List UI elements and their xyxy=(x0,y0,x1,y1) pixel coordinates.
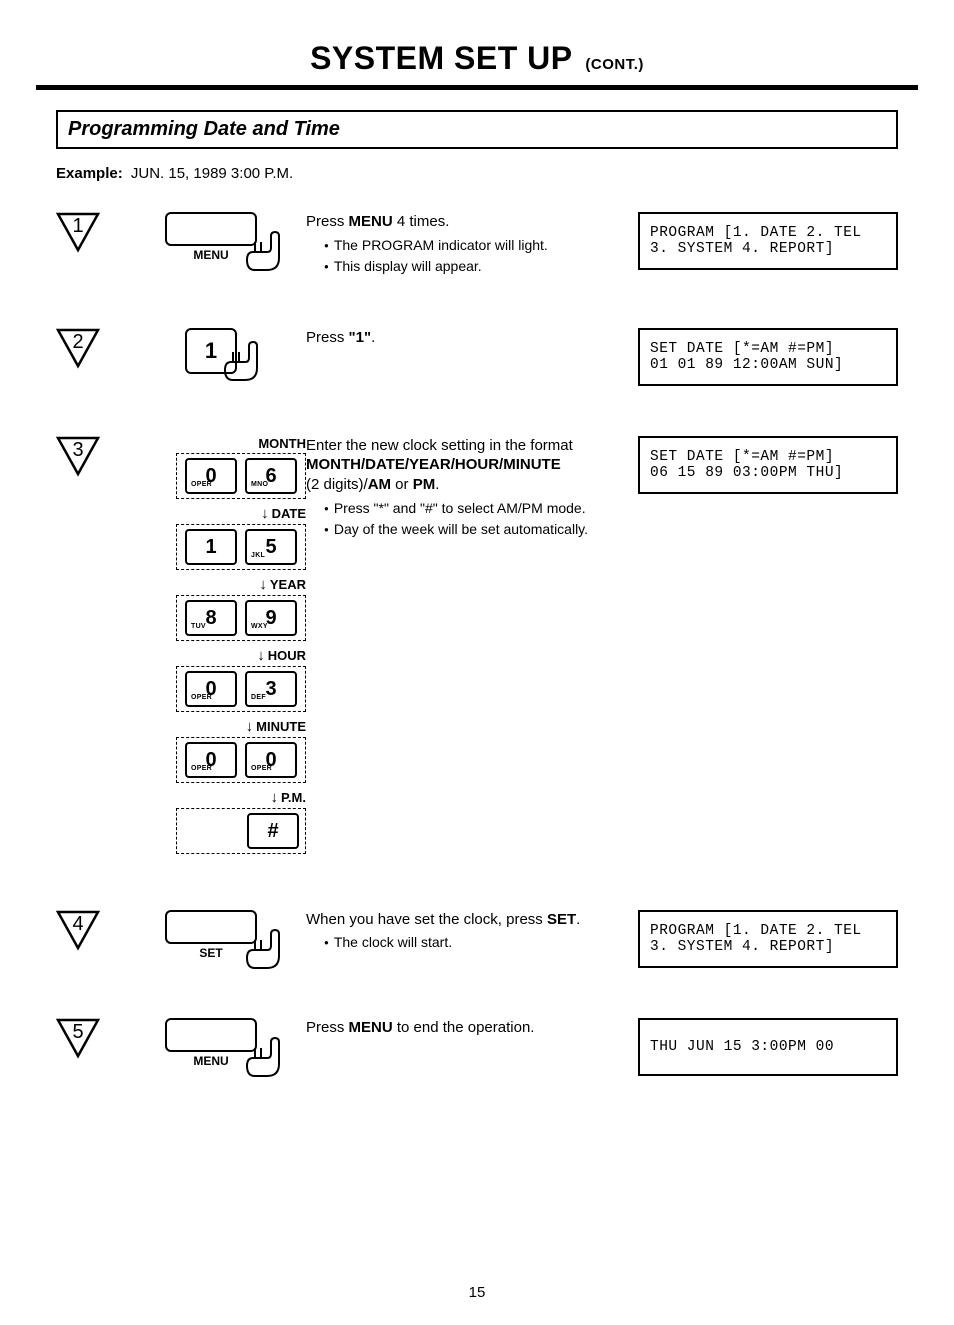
example-line: Example: JUN. 15, 1989 3:00 P.M. xyxy=(56,165,898,182)
step-1-text: Press MENU 4 times. xyxy=(306,212,618,232)
step-2-text: Press "1". xyxy=(306,328,618,348)
step-3-text: Enter the new clock setting in the forma… xyxy=(306,436,618,495)
down-arrow-icon: ↓ xyxy=(259,576,267,593)
keypad-row: # xyxy=(176,808,306,854)
keypad-row: OPER0DEF3 xyxy=(176,666,306,712)
svg-text:4: 4 xyxy=(72,913,83,935)
step-5: 5 MENU Press MENU to end the operation. … xyxy=(56,1018,898,1076)
keypad-group-title: ↓DATE xyxy=(176,505,306,522)
step-3-bullets: Press "*" and "#" to select AM/PM mode. … xyxy=(324,499,618,539)
keypad-key: 1 xyxy=(185,529,237,565)
keypad-row: 1JKL5 xyxy=(176,524,306,570)
section-heading-box: Programming Date and Time xyxy=(56,110,898,149)
step-1-bullets: The PROGRAM indicator will light. This d… xyxy=(324,236,618,276)
step-2: 2 1 Press "1". SET DATE [*=AM #=PM] 01 0… xyxy=(56,328,898,386)
example-value: JUN. 15, 1989 3:00 P.M. xyxy=(131,165,293,182)
down-arrow-icon: ↓ xyxy=(257,647,265,664)
svg-text:2: 2 xyxy=(72,331,83,353)
page-number: 15 xyxy=(0,1284,954,1301)
step-5-text: Press MENU to end the operation. xyxy=(306,1018,618,1038)
keypad-group-title: ↓HOUR xyxy=(176,647,306,664)
step-4-bullets: The clock will start. xyxy=(324,933,618,952)
keypad-group-title: MONTH xyxy=(176,436,306,451)
lcd-display: PROGRAM [1. DATE 2. TEL 3. SYSTEM 4. REP… xyxy=(638,910,898,968)
keypad-group: ↓DATE 1JKL5 xyxy=(176,505,306,570)
keypad-key: MNO6 xyxy=(245,458,297,494)
keypad-group: ↓YEAR TUV8WXY9 xyxy=(176,576,306,641)
page-title: SYSTEM SET UP (CONT.) xyxy=(56,40,898,77)
menu-key-icon: MENU xyxy=(165,1018,257,1068)
keypad-row: OPER0OPER0 xyxy=(176,737,306,783)
svg-text:1: 1 xyxy=(72,215,83,237)
lcd-display: SET DATE [*=AM #=PM] 06 15 89 03:00PM TH… xyxy=(638,436,898,494)
svg-text:3: 3 xyxy=(72,439,83,461)
hand-icon xyxy=(241,230,289,278)
menu-key-icon: MENU xyxy=(165,212,257,262)
step-triangle-icon: 1 xyxy=(56,212,100,252)
keypad-key: OPER0 xyxy=(245,742,297,778)
keypad-key: JKL5 xyxy=(245,529,297,565)
down-arrow-icon: ↓ xyxy=(261,505,269,522)
hand-icon xyxy=(241,1036,289,1084)
step-triangle-icon: 4 xyxy=(56,910,100,950)
hand-icon xyxy=(219,340,267,388)
step-4-text: When you have set the clock, press SET. xyxy=(306,910,618,930)
keypad-key: WXY9 xyxy=(245,600,297,636)
section-title: Programming Date and Time xyxy=(68,118,886,141)
hand-icon xyxy=(241,928,289,976)
keypad-group-title: ↓P.M. xyxy=(176,789,306,806)
keypad-key: # xyxy=(247,813,299,849)
step-triangle-icon: 5 xyxy=(56,1018,100,1058)
lcd-display: PROGRAM [1. DATE 2. TEL 3. SYSTEM 4. REP… xyxy=(638,212,898,270)
digit-1-key-icon: 1 xyxy=(185,328,237,374)
keypad-group-title: ↓MINUTE xyxy=(176,718,306,735)
keypad-key: DEF3 xyxy=(245,671,297,707)
step-triangle-icon: 2 xyxy=(56,328,100,368)
step-4: 4 SET When you have set the clock, press… xyxy=(56,910,898,968)
keypad-sequence: MONTHOPER0MNO6↓DATE1JKL5↓YEARTUV8WXY9↓HO… xyxy=(176,436,306,860)
svg-text:5: 5 xyxy=(72,1021,83,1043)
down-arrow-icon: ↓ xyxy=(270,789,278,806)
title-main: SYSTEM SET UP xyxy=(310,40,572,76)
keypad-group: ↓P.M. # xyxy=(176,789,306,854)
keypad-key: TUV8 xyxy=(185,600,237,636)
keypad-group: ↓HOUR OPER0DEF3 xyxy=(176,647,306,712)
step-1: 1 MENU Press MENU 4 times. The PROGRAM i… xyxy=(56,212,898,278)
keypad-key: OPER0 xyxy=(185,458,237,494)
keypad-key: OPER0 xyxy=(185,671,237,707)
lcd-display: THU JUN 15 3:00PM 00 xyxy=(638,1018,898,1076)
keypad-row: OPER0MNO6 xyxy=(176,453,306,499)
title-cont: (CONT.) xyxy=(585,56,644,73)
keypad-key: OPER0 xyxy=(185,742,237,778)
keypad-group: ↓MINUTE OPER0OPER0 xyxy=(176,718,306,783)
keypad-group-title: ↓YEAR xyxy=(176,576,306,593)
step-3: 3 MONTHOPER0MNO6↓DATE1JKL5↓YEARTUV8WXY9↓… xyxy=(56,436,898,860)
keypad-row: TUV8WXY9 xyxy=(176,595,306,641)
example-label: Example: xyxy=(56,165,123,182)
set-key-icon: SET xyxy=(165,910,257,960)
title-rule xyxy=(36,85,918,90)
down-arrow-icon: ↓ xyxy=(246,718,254,735)
lcd-display: SET DATE [*=AM #=PM] 01 01 89 12:00AM SU… xyxy=(638,328,898,386)
step-triangle-icon: 3 xyxy=(56,436,100,476)
keypad-group: MONTH OPER0MNO6 xyxy=(176,436,306,499)
